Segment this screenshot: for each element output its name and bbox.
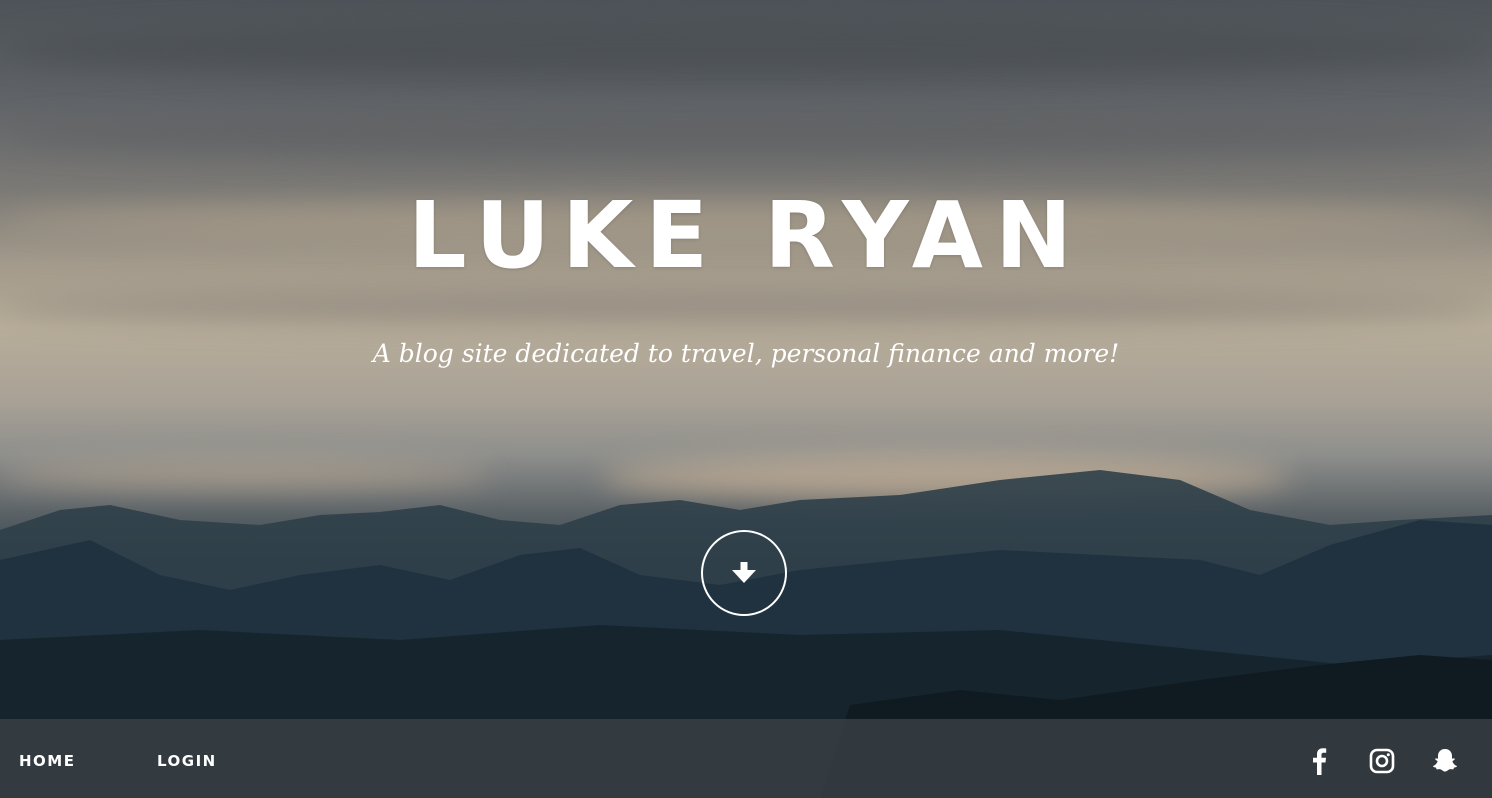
bottom-navbar: HOME LOGIN [0, 719, 1492, 798]
snapchat-icon [1432, 749, 1458, 772]
instagram-link[interactable] [1367, 746, 1397, 776]
nav-home-link[interactable]: HOME [19, 719, 75, 798]
snapchat-link[interactable] [1430, 746, 1460, 776]
instagram-icon [1369, 748, 1395, 774]
site-subtitle: A blog site dedicated to travel, persona… [372, 339, 1120, 368]
facebook-link[interactable] [1304, 746, 1334, 776]
scroll-down-button[interactable] [701, 530, 787, 616]
arrow-down-circle-icon [732, 562, 756, 583]
facebook-icon [1313, 748, 1327, 775]
hero-section: LUKE RYAN A blog site dedicated to trave… [0, 0, 1492, 798]
nav-login-link[interactable]: LOGIN [157, 719, 217, 798]
site-title: LUKE RYAN [407, 182, 1085, 289]
mountains-illustration [0, 470, 1492, 798]
